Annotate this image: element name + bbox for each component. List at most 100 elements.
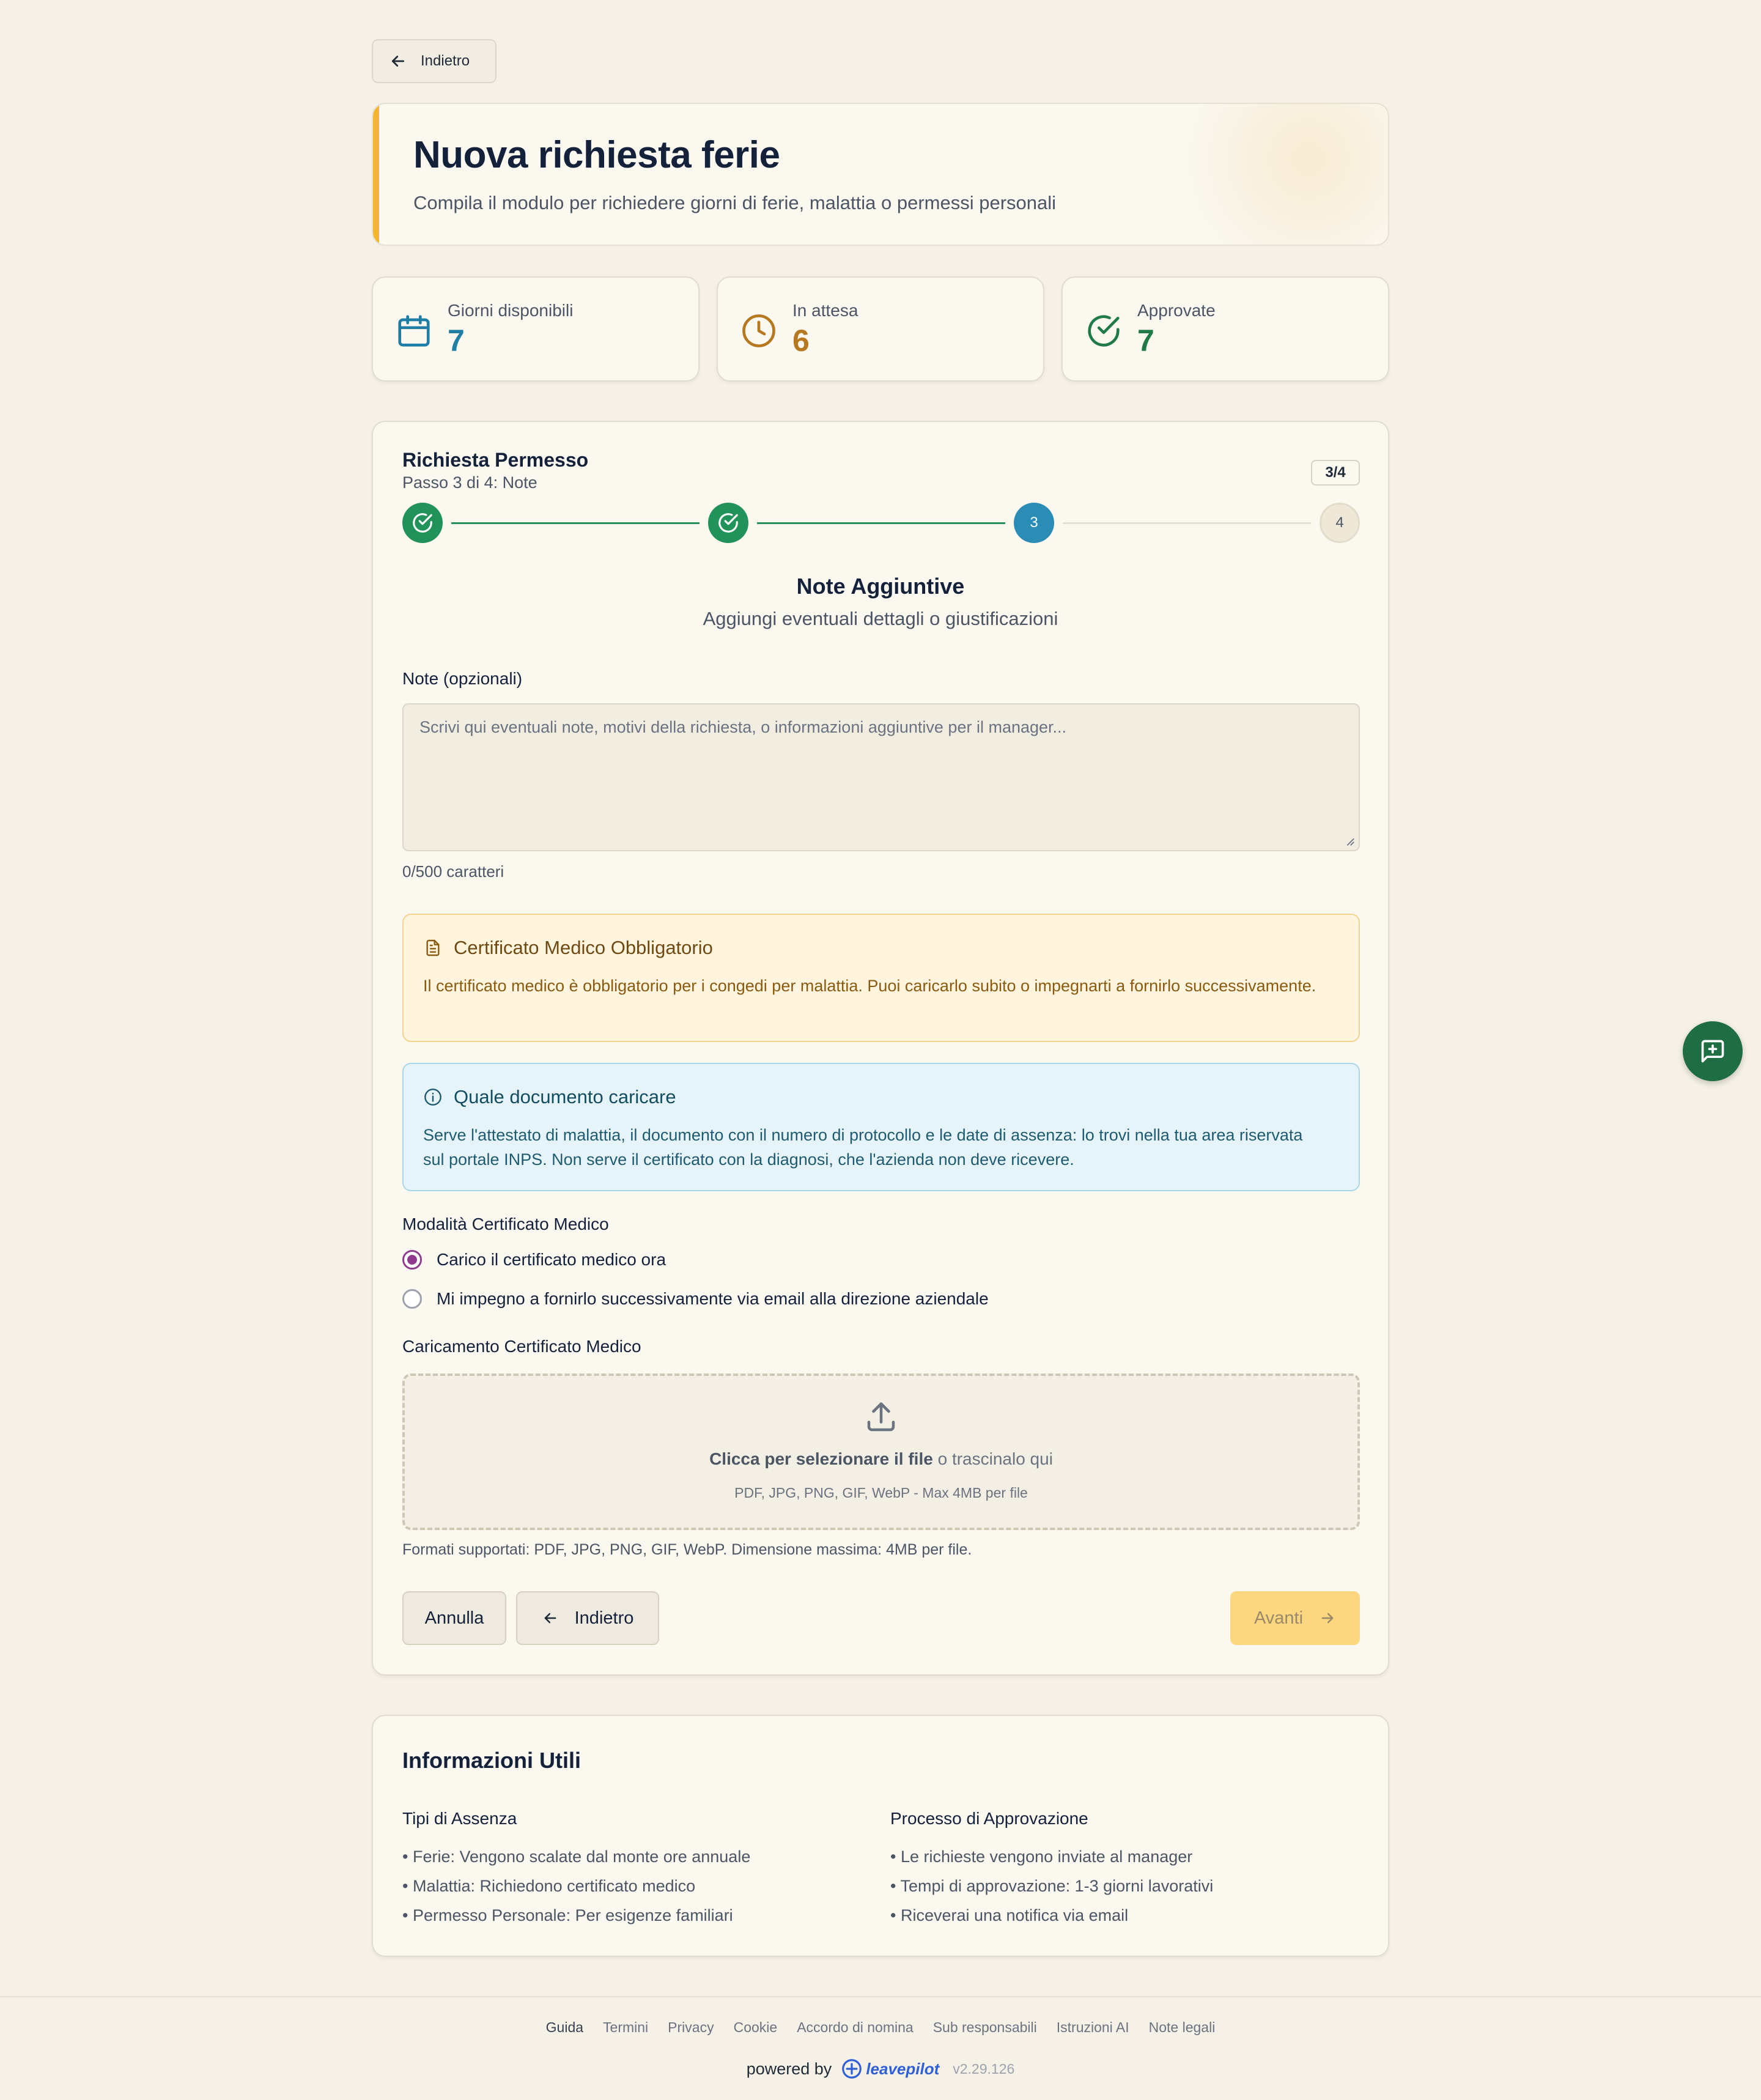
stat-label: In attesa (792, 301, 858, 320)
dropzone-hint: PDF, JPG, PNG, GIF, WebP - Max 4MB per f… (734, 1485, 1028, 1501)
footer-link-cookie[interactable]: Cookie (734, 2019, 778, 2036)
powered-by: powered by leavepilot v2.29.126 (0, 2057, 1761, 2080)
section-subtitle: Aggiungi eventuali dettagli o giustifica… (703, 608, 1058, 629)
radio-label: Mi impegno a fornirlo successivamente vi… (437, 1289, 989, 1308)
app-version: v2.29.126 (953, 2060, 1015, 2077)
stat-label: Approvate (1137, 301, 1216, 320)
column-title: Processo di Approvazione (890, 1809, 1088, 1828)
column-title: Tipi di Assenza (402, 1809, 517, 1828)
list-item: • Tempi di approvazione: 1-3 giorni lavo… (890, 1877, 1214, 1895)
cancel-button[interactable]: Annulla (402, 1591, 506, 1645)
form-title: Richiesta Permesso (402, 449, 589, 471)
certificate-mode-label: Modalità Certificato Medico (402, 1215, 609, 1233)
stepper: 3 4 (402, 503, 1360, 543)
file-dropzone[interactable]: Clicca per selezionare il file o trascin… (402, 1374, 1360, 1530)
previous-button-label: Indietro (574, 1608, 634, 1628)
dropzone-cta[interactable]: Clicca per selezionare il file (709, 1449, 933, 1468)
footer-link-note-legali[interactable]: Note legali (1149, 2019, 1216, 2036)
clock-icon (742, 314, 775, 347)
request-form-card: Richiesta Permesso Passo 3 di 4: Note 3/… (372, 421, 1389, 1676)
back-button[interactable]: Indietro (372, 39, 497, 83)
formats-note: Formati supportati: PDF, JPG, PNG, GIF, … (402, 1541, 972, 1558)
message-plus-icon (1701, 1040, 1724, 1063)
step-badge: 3/4 (1311, 460, 1360, 486)
brand-name: leavepilot (866, 2059, 940, 2078)
step-2-done (708, 503, 748, 543)
radio-upload-now[interactable]: Carico il certificato medico ora (402, 1250, 666, 1270)
approval-process-column: Processo di Approvazione • Le richieste … (890, 1809, 1213, 1930)
list-item: • Ferie: Vengono scalate dal monte ore a… (402, 1847, 751, 1866)
check-circle-icon (718, 513, 738, 533)
absence-types-column: Tipi di Assenza • Ferie: Vengono scalate… (402, 1809, 750, 1930)
footer: Guida Termini Privacy Cookie Accordo di … (0, 1996, 1761, 2100)
check-circle-icon (1088, 315, 1120, 347)
arrow-right-icon (1321, 1613, 1334, 1624)
step-3-active: 3 (1014, 503, 1054, 543)
upload-label: Caricamento Certificato Medico (402, 1337, 641, 1356)
footer-link-privacy[interactable]: Privacy (668, 2019, 714, 2036)
notes-placeholder: Scrivi qui eventuali note, motivi della … (419, 718, 1067, 736)
step-connector (451, 522, 700, 524)
info-card-title: Informazioni Utili (402, 1748, 581, 1773)
page-subtitle: Compila il modulo per richiedere giorni … (413, 192, 1057, 213)
next-button-label: Avanti (1253, 1608, 1304, 1628)
arrow-left-icon (544, 1613, 556, 1624)
list-item: • Permesso Personale: Per esigenze famil… (402, 1906, 733, 1924)
stat-pending: In attesa 6 (717, 276, 1044, 382)
stat-value: 6 (792, 324, 810, 358)
document-icon (426, 939, 440, 956)
info-body: Serve l'attestato di malattia, il docume… (423, 1126, 1303, 1169)
resize-handle-icon[interactable] (1344, 835, 1355, 846)
radio-provide-later[interactable]: Mi impegno a fornirlo successivamente vi… (402, 1289, 989, 1309)
previous-step-button[interactable]: Indietro (516, 1591, 659, 1645)
calendar-icon (398, 315, 430, 347)
useful-info-card: Informazioni Utili Tipi di Assenza • Fer… (372, 1715, 1389, 1957)
notes-textarea[interactable]: Scrivi qui eventuali note, motivi della … (402, 703, 1360, 851)
info-title: Quale documento caricare (454, 1086, 676, 1107)
feedback-chat-button[interactable] (1683, 1021, 1743, 1081)
footer-link-accordo[interactable]: Accordo di nomina (797, 2019, 914, 2036)
warning-title: Certificato Medico Obbligatorio (454, 937, 713, 958)
info-icon (424, 1089, 441, 1106)
radio-button-selected[interactable] (402, 1250, 422, 1270)
upload-icon (867, 1402, 895, 1432)
next-button[interactable]: Avanti (1230, 1591, 1360, 1645)
medical-certificate-warning: Certificato Medico Obbligatorio Il certi… (402, 914, 1360, 1042)
footer-link-guida[interactable]: Guida (546, 2019, 583, 2036)
check-circle-icon (413, 513, 432, 533)
back-button-label: Indietro (421, 53, 470, 69)
section-title: Note Aggiuntive (796, 574, 965, 599)
cancel-button-label: Annulla (424, 1608, 484, 1628)
dropzone-or: o trascinalo qui (932, 1449, 1053, 1468)
powered-by-label: powered by (746, 2059, 832, 2078)
form-step-text: Passo 3 di 4: Note (402, 473, 537, 492)
footer-links: Guida Termini Privacy Cookie Accordo di … (0, 2019, 1761, 2036)
dropzone-text: Clicca per selezionare il file o trascin… (405, 1449, 1357, 1469)
stat-label: Giorni disponibili (448, 301, 574, 320)
stat-approved: Approvate 7 (1061, 276, 1389, 382)
stat-value: 7 (1137, 324, 1154, 358)
document-info-alert: Quale documento caricare Serve l'attesta… (402, 1063, 1360, 1191)
footer-link-istruzioni-ai[interactable]: Istruzioni AI (1057, 2019, 1129, 2036)
compass-plus-icon (842, 2059, 862, 2079)
list-item: • Le richieste vengono inviate al manage… (890, 1847, 1193, 1866)
notes-label: Note (opzionali) (402, 669, 523, 688)
stat-value: 7 (448, 324, 465, 358)
footer-link-termini[interactable]: Termini (603, 2019, 648, 2036)
list-item: • Malattia: Richiedono certificato medic… (402, 1877, 696, 1895)
list-item: • Riceverai una notifica via email (890, 1906, 1129, 1924)
step-connector (757, 522, 1005, 524)
warning-body: Il certificato medico è obbligatorio per… (423, 977, 1316, 995)
radio-label: Carico il certificato medico ora (437, 1250, 666, 1269)
stat-available-days: Giorni disponibili 7 (372, 276, 700, 382)
header-card: Nuova richiesta ferie Compila il modulo … (372, 103, 1389, 246)
character-counter: 0/500 caratteri (402, 862, 504, 881)
step-4-todo: 4 (1320, 503, 1360, 543)
brand-logo[interactable]: leavepilot (840, 2057, 939, 2080)
step-1-done (402, 503, 443, 543)
footer-link-sub-responsabili[interactable]: Sub responsabili (933, 2019, 1037, 2036)
step-connector (1063, 522, 1311, 524)
arrow-left-icon (391, 56, 405, 67)
page-title: Nuova richiesta ferie (413, 134, 780, 176)
radio-button[interactable] (402, 1289, 422, 1309)
